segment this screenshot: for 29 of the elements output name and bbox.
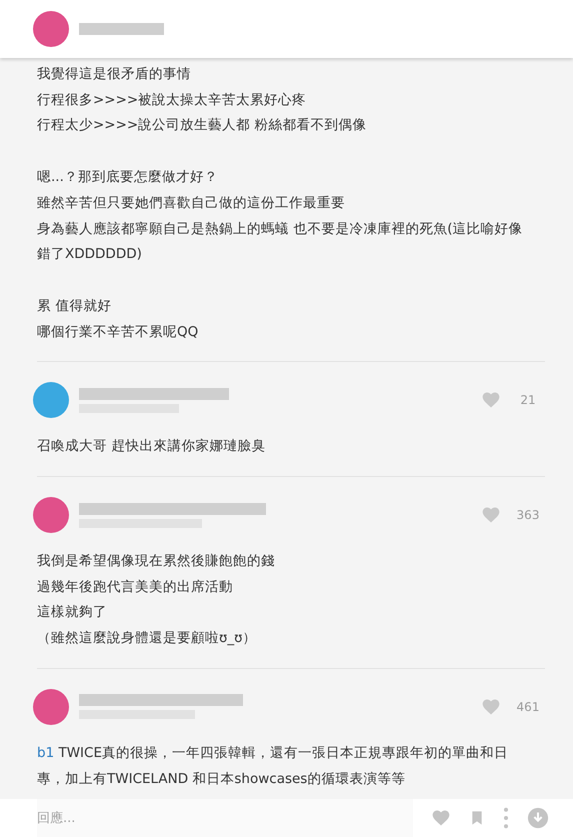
heart-icon[interactable]: [481, 505, 501, 526]
reply-field[interactable]: 回應...: [37, 799, 413, 837]
avatar[interactable]: [33, 11, 69, 47]
comment-text: 嗯...？那到底要怎麼做才好？: [37, 168, 219, 188]
comment-text: 行程太少>>>>說公司放生藝人都 粉絲都看不到偶像: [37, 116, 368, 136]
avatar[interactable]: [33, 497, 69, 534]
like-count: 461: [516, 700, 540, 714]
comment-text: b1 TWICE真的很操，一年四張韓輯，還有一張日本正規專跟年初的單曲和日專，加上有TWICELAND 和日本showcases的循環表演等等: [37, 744, 509, 789]
heart-icon[interactable]: [481, 696, 501, 717]
more-icon[interactable]: [503, 807, 509, 829]
comment-text: 召喚成大哥 趕快出來講你家娜璉臉臭: [37, 437, 266, 456]
comment-text: （雖然這麼說身體還是要顧啦ʊ_ʊ）: [37, 629, 258, 648]
avatar[interactable]: [33, 688, 69, 725]
comment-text: 身為藝人應該都寧願自己是熱鍋上的螞蟻 也不要是冷凍庫裡的死魚(這比喻好像錯了XDDDDDD): [37, 220, 524, 264]
comment-text: 行程很多>>>>被說太操太辛苦太累好心疼: [37, 90, 308, 110]
comment-text: 我倒是希望偶像現在累然後賺飽飽的錢: [37, 552, 276, 572]
comment-text: 哪個行業不辛苦不累呢QQ: [37, 322, 200, 342]
like-count: 21: [519, 393, 537, 408]
comment-text: 我覺得這是很矛盾的事情: [37, 65, 192, 84]
comment-text: 過幾年後跑代言美美的出席活動: [37, 578, 234, 597]
comment-text: 雖然辛苦但只要她們喜歡自己做的這份工作最重要: [37, 194, 346, 213]
comment-text: 累 值得就好: [37, 296, 112, 316]
avatar[interactable]: [33, 382, 69, 418]
heart-icon[interactable]: [481, 390, 501, 410]
download-icon[interactable]: [527, 807, 549, 829]
comment-text: 這樣就夠了: [37, 603, 108, 622]
like-count: 363: [516, 508, 540, 522]
heart-icon[interactable]: [431, 808, 451, 828]
mention-link[interactable]: b1: [37, 744, 54, 761]
